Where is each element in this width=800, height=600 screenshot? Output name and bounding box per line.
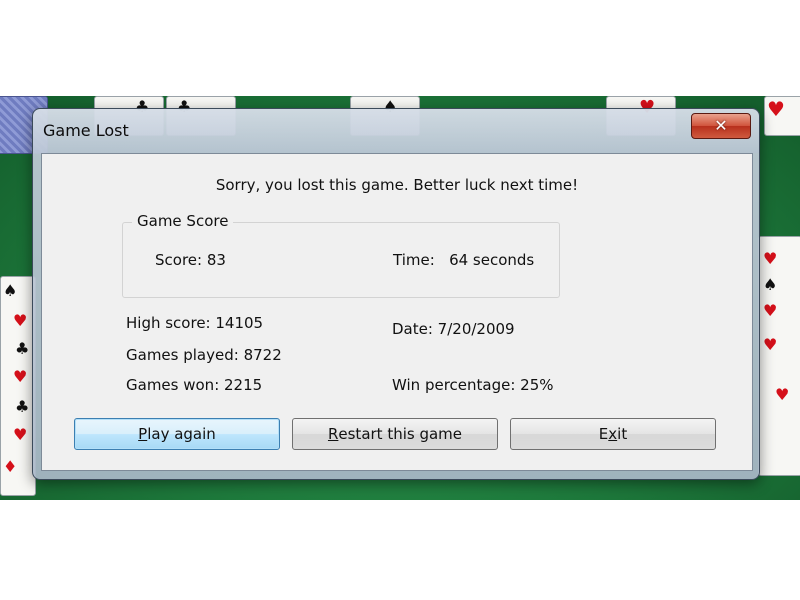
exit-label-suffix: it: [617, 425, 628, 443]
heart-icon: ♥: [775, 385, 790, 404]
score-value: Score: 83: [155, 251, 226, 269]
heart-icon: ♥: [763, 335, 778, 354]
date: Date: 7/20/2009: [392, 320, 515, 338]
club-icon: ♣: [15, 339, 30, 358]
restart-label: estart this game: [338, 425, 463, 443]
card: ♥: [764, 96, 800, 136]
close-icon: ✕: [714, 116, 728, 135]
games-played: Games played: 8722: [126, 346, 282, 364]
dialog-body: Sorry, you lost this game. Better luck n…: [41, 153, 753, 471]
exit-label-prefix: E: [598, 425, 609, 443]
play-again-label: lay again: [147, 425, 216, 443]
game-score-group: Game Score Score: 83 Time: 64 seconds: [122, 212, 560, 298]
card: ♠ ♥ ♣ ♥ ♣ ♥ ♦: [0, 276, 36, 496]
heart-icon: ♥: [13, 311, 28, 330]
restart-accesskey: R: [327, 425, 339, 443]
restart-game-button[interactable]: Restart this game: [292, 418, 498, 450]
club-icon: ♣: [15, 397, 30, 416]
lost-message: Sorry, you lost this game. Better luck n…: [215, 176, 579, 194]
game-score-label: Game Score: [132, 212, 234, 230]
heart-icon: ♥: [767, 97, 785, 121]
dialog-title: Game Lost: [43, 121, 129, 140]
play-again-accesskey: P: [138, 425, 148, 443]
heart-icon: ♥: [13, 425, 28, 444]
exit-accesskey: x: [608, 425, 618, 443]
spade-icon: ♠: [3, 281, 18, 300]
heart-icon: ♥: [763, 249, 778, 268]
heart-icon: ♥: [763, 301, 778, 320]
card: ♥ ♠ ♥ ♥ ♥: [758, 236, 800, 476]
diamond-icon: ♦: [3, 457, 18, 476]
title-bar[interactable]: [33, 109, 759, 153]
exit-button[interactable]: Ex it: [510, 418, 716, 450]
play-again-button[interactable]: Play again: [74, 418, 280, 450]
game-lost-dialog: Game Lost ✕ Sorry, you lost this game. B…: [32, 108, 760, 480]
close-button[interactable]: ✕: [691, 113, 751, 139]
time-value: Time: 64 seconds: [393, 251, 535, 269]
heart-icon: ♥: [13, 367, 28, 386]
spade-icon: ♠: [763, 275, 778, 294]
high-score: High score: 14105: [126, 314, 264, 332]
games-won: Games won: 2215: [126, 376, 263, 394]
win-percentage: Win percentage: 25%: [392, 376, 554, 394]
